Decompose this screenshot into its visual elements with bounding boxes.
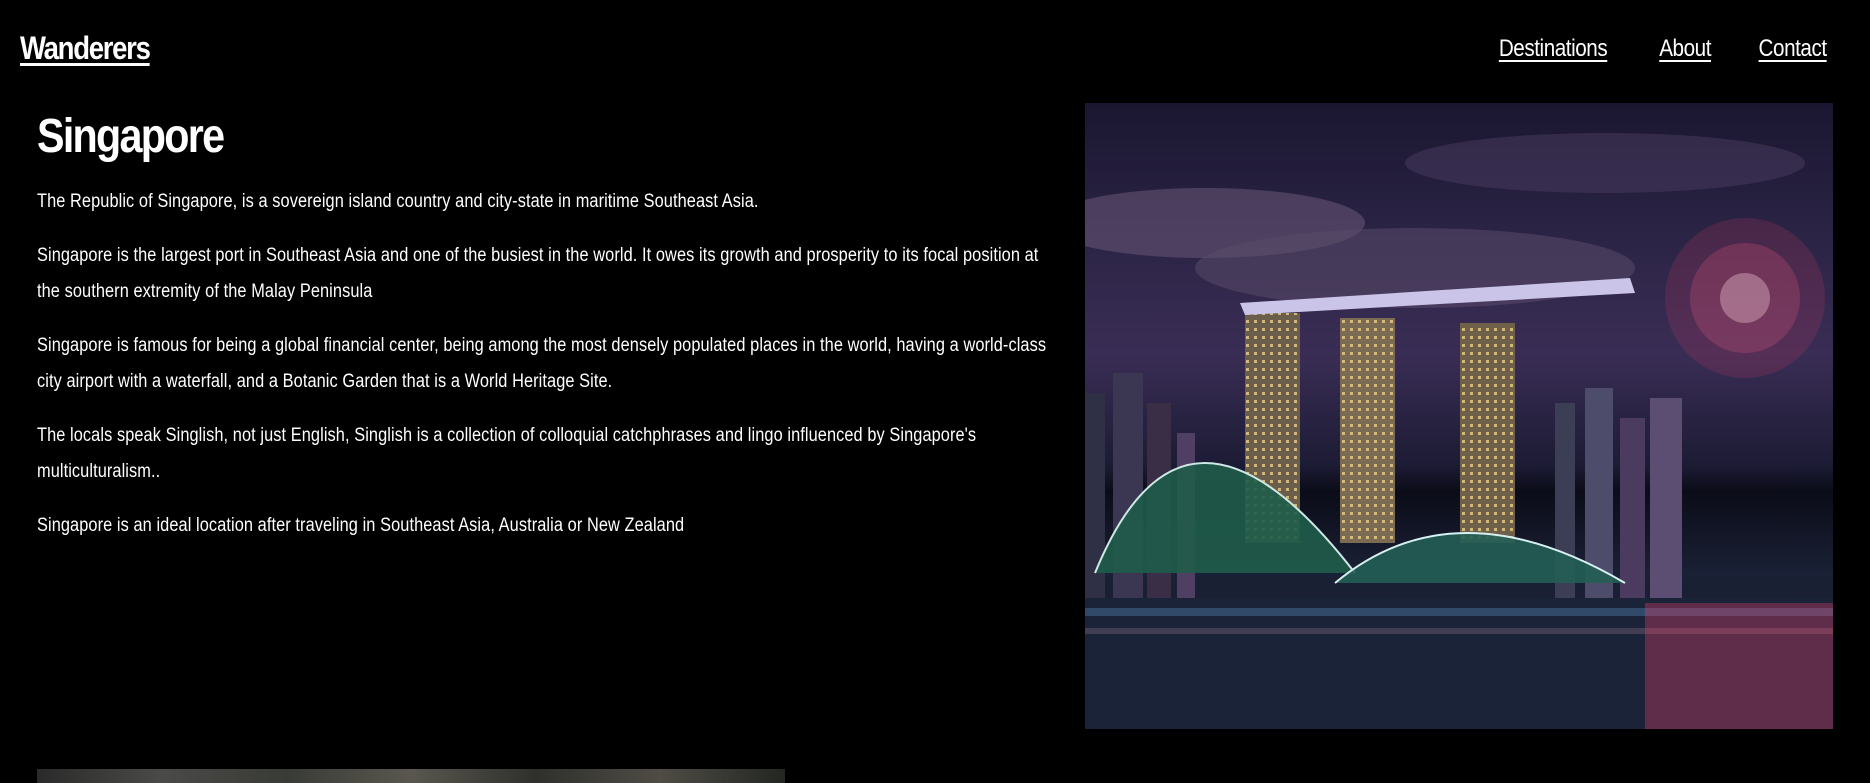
paragraph-intro: The Republic of Singapore, is a sovereig… bbox=[37, 190, 759, 212]
singapore-skyline-image bbox=[1085, 103, 1833, 729]
nav-link-contact[interactable]: Contact bbox=[1758, 35, 1827, 63]
next-image-preview bbox=[37, 769, 785, 783]
nav-link-destinations[interactable]: Destinations bbox=[1499, 35, 1608, 63]
destination-content: Singapore The Republic of Singapore, is … bbox=[37, 108, 1057, 544]
nav-link-about[interactable]: About bbox=[1659, 35, 1711, 63]
skyline-illustration bbox=[1085, 133, 1833, 729]
main-nav: Destinations About Contact bbox=[1490, 35, 1832, 63]
page-title: Singapore bbox=[37, 110, 225, 163]
paragraph-singlish: The locals speak Singlish, not just Engl… bbox=[37, 424, 977, 482]
paragraph-famous: Singapore is famous for being a global f… bbox=[37, 334, 1047, 392]
paragraph-port: Singapore is the largest port in Southea… bbox=[37, 244, 1039, 302]
brand-logo-link[interactable]: Wanderers bbox=[20, 30, 151, 67]
site-header: Wanderers Destinations About Contact bbox=[0, 0, 1870, 100]
paragraph-travel: Singapore is an ideal location after tra… bbox=[37, 514, 685, 536]
